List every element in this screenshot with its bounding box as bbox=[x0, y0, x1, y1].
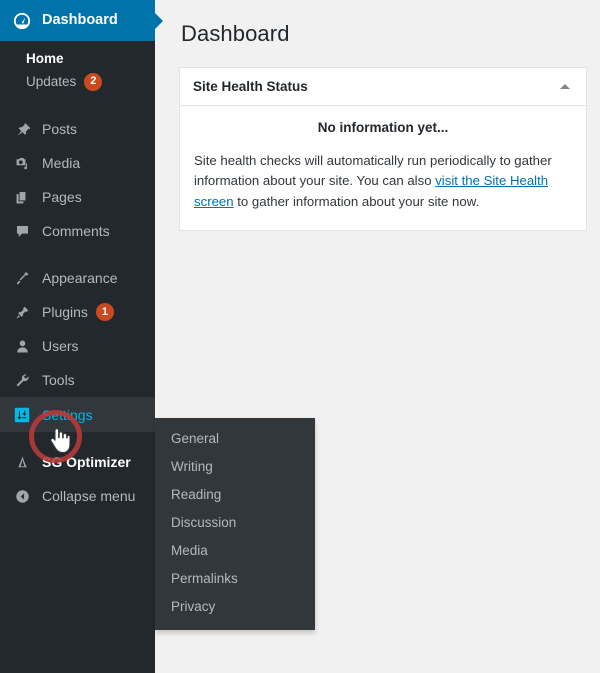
chevron-up-icon[interactable] bbox=[560, 83, 570, 89]
flyout-item-discussion[interactable]: Discussion bbox=[155, 509, 315, 537]
active-arrow-indicator bbox=[155, 12, 163, 29]
flyout-item-label: Writing bbox=[171, 459, 213, 474]
admin-sidebar: Dashboard Home Updates 2 Posts Media Pag… bbox=[0, 0, 163, 673]
sidebar-item-dashboard[interactable]: Dashboard bbox=[0, 0, 163, 41]
dashboard-speedometer-icon bbox=[11, 10, 33, 32]
sidebar-item-label: Tools bbox=[42, 372, 75, 388]
collapse-arrow-icon bbox=[11, 485, 33, 507]
updates-count-badge: 2 bbox=[84, 72, 103, 91]
user-icon bbox=[11, 335, 33, 357]
wrench-icon bbox=[11, 369, 33, 391]
sidebar-item-label: Pages bbox=[42, 189, 82, 205]
menu-divider bbox=[0, 248, 155, 261]
sidebar-item-label: Comments bbox=[42, 223, 110, 239]
flyout-item-writing[interactable]: Writing bbox=[155, 453, 315, 481]
flyout-item-label: Media bbox=[171, 543, 208, 558]
sidebar-item-tools[interactable]: Tools bbox=[0, 363, 155, 397]
panel-header: Site Health Status bbox=[180, 68, 586, 106]
submenu-item-home[interactable]: Home bbox=[0, 47, 155, 70]
menu-divider bbox=[0, 432, 155, 445]
flyout-item-label: Discussion bbox=[171, 515, 237, 530]
flyout-item-general[interactable]: General bbox=[155, 425, 315, 453]
wordpress-admin-screen: Dashboard Home Updates 2 Posts Media Pag… bbox=[0, 0, 600, 673]
flyout-item-label: Reading bbox=[171, 487, 222, 502]
site-health-description: Site health checks will automatically ru… bbox=[194, 151, 572, 212]
sidebar-item-plugins[interactable]: Plugins 1 bbox=[0, 295, 155, 329]
sidebar-item-sg-optimizer[interactable]: SG Optimizer bbox=[0, 445, 155, 479]
pin-icon bbox=[11, 118, 33, 140]
paintbrush-icon bbox=[11, 267, 33, 289]
flyout-item-reading[interactable]: Reading bbox=[155, 481, 315, 509]
sidebar-item-label: Appearance bbox=[42, 270, 118, 286]
no-information-heading: No information yet... bbox=[317, 119, 449, 135]
flyout-item-permalinks[interactable]: Permalinks bbox=[155, 565, 315, 593]
sg-optimizer-icon bbox=[11, 451, 33, 473]
description-text-part2: to gather information about your site no… bbox=[233, 193, 480, 209]
sidebar-item-label: Settings bbox=[42, 406, 93, 423]
dashboard-submenu: Home Updates 2 bbox=[0, 41, 155, 103]
sidebar-item-label: Users bbox=[42, 338, 79, 354]
panel-body: No information yet... Site health checks… bbox=[180, 106, 586, 230]
page-title: Dashboard bbox=[181, 21, 290, 46]
sidebar-item-comments[interactable]: Comments bbox=[0, 214, 155, 248]
sidebar-item-users[interactable]: Users bbox=[0, 329, 155, 363]
sidebar-item-label: Posts bbox=[42, 121, 78, 137]
sidebar-item-label: Collapse menu bbox=[42, 488, 136, 504]
comment-bubble-icon bbox=[11, 220, 33, 242]
sidebar-item-appearance[interactable]: Appearance bbox=[0, 261, 155, 295]
plugins-count-badge: 1 bbox=[95, 303, 114, 321]
flyout-item-media[interactable]: Media bbox=[155, 537, 315, 565]
flyout-item-label: Permalinks bbox=[171, 571, 238, 586]
submenu-item-label: Home bbox=[26, 51, 64, 66]
sidebar-item-label: Media bbox=[42, 155, 81, 171]
sidebar-item-settings[interactable]: Settings bbox=[0, 397, 155, 432]
sidebar-item-posts[interactable]: Posts bbox=[0, 112, 155, 146]
site-health-status-panel: Site Health Status No information yet...… bbox=[179, 66, 587, 231]
menu-divider bbox=[0, 103, 155, 112]
settings-sliders-icon bbox=[11, 404, 33, 426]
submenu-item-updates[interactable]: Updates 2 bbox=[0, 70, 155, 93]
settings-flyout-menu: General Writing Reading Discussion Media… bbox=[155, 418, 315, 630]
sidebar-item-collapse-menu[interactable]: Collapse menu bbox=[0, 479, 155, 513]
panel-title: Site Health Status bbox=[193, 78, 308, 94]
sidebar-item-label: Dashboard bbox=[42, 12, 118, 29]
pages-icon bbox=[11, 186, 33, 208]
sidebar-item-label: SG Optimizer bbox=[42, 454, 131, 470]
flyout-item-label: General bbox=[171, 431, 220, 446]
sidebar-item-media[interactable]: Media bbox=[0, 146, 155, 180]
sidebar-item-label: Plugins bbox=[42, 304, 88, 320]
media-camera-icon bbox=[11, 152, 33, 174]
sidebar-item-pages[interactable]: Pages bbox=[0, 180, 155, 214]
plug-icon bbox=[11, 301, 33, 323]
submenu-item-label: Updates bbox=[26, 74, 77, 89]
flyout-item-label: Privacy bbox=[171, 599, 216, 614]
flyout-item-privacy[interactable]: Privacy bbox=[155, 593, 315, 621]
